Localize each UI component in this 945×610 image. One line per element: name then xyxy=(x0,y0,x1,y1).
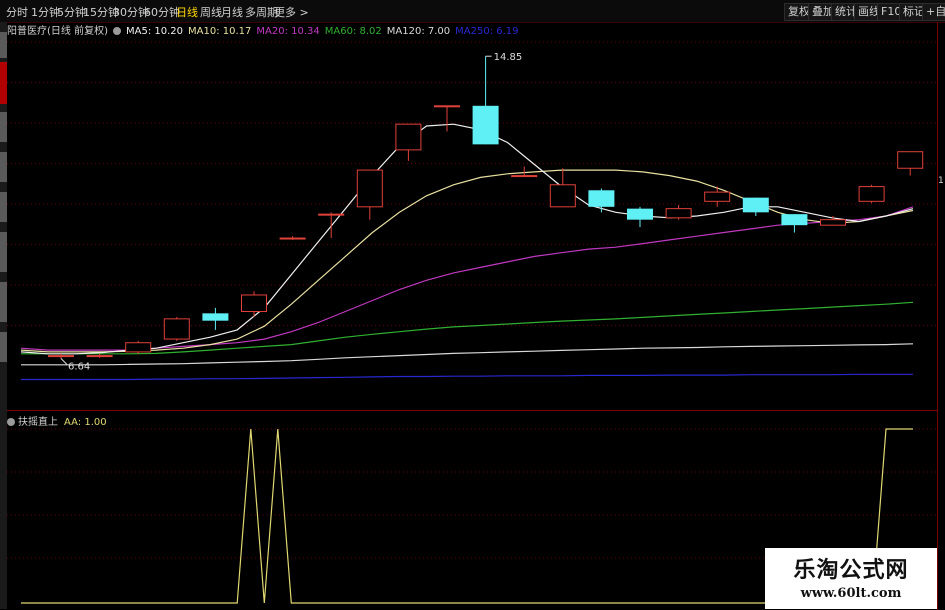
candle-body xyxy=(86,355,113,358)
candle-body xyxy=(627,208,653,220)
ma20-line xyxy=(20,206,914,351)
side-tab[interactable] xyxy=(0,282,7,322)
candle-body xyxy=(820,219,846,226)
watermark: 乐淘公式网 www.60lt.com xyxy=(765,548,937,609)
side-tab[interactable] xyxy=(0,192,7,222)
toolbar-button[interactable]: +自选 xyxy=(922,3,945,21)
ma10-line xyxy=(20,169,914,353)
candle xyxy=(356,169,383,220)
watermark-title: 乐淘公式网 xyxy=(793,558,909,583)
candle-body xyxy=(665,208,692,219)
period-toolbar: 分时 1分钟 5分钟 15分钟 30分钟 60分钟 日线 周线 月线 多周期 更多 > 复权 叠加 统计… xyxy=(0,0,945,23)
candle-body xyxy=(434,105,460,108)
side-tab-active[interactable] xyxy=(0,62,7,104)
low-label: 6.64 xyxy=(68,362,90,373)
candle-body xyxy=(395,123,422,151)
candle-body xyxy=(356,169,383,208)
candle-body xyxy=(742,197,769,213)
side-tab[interactable] xyxy=(0,232,7,272)
candle xyxy=(820,216,846,226)
side-tab[interactable] xyxy=(0,152,7,182)
candle xyxy=(704,186,731,207)
period-tab[interactable]: 分时 xyxy=(6,4,28,20)
candle-body xyxy=(279,237,306,240)
candle xyxy=(48,353,74,359)
candle xyxy=(742,197,769,216)
candle xyxy=(163,317,190,341)
candle-body xyxy=(549,184,576,208)
candle xyxy=(549,168,576,208)
candle xyxy=(665,204,692,220)
candle-body xyxy=(897,151,924,169)
candle xyxy=(588,188,615,213)
side-tab[interactable] xyxy=(0,332,7,362)
ma120-line xyxy=(21,343,914,366)
low-marker xyxy=(60,358,68,365)
period-tab[interactable]: 周线 xyxy=(200,4,222,20)
candle-body xyxy=(704,191,731,202)
period-tab[interactable]: 60分钟 xyxy=(144,4,180,20)
candle xyxy=(781,214,808,233)
high-label: 14.85 xyxy=(494,52,523,63)
candle xyxy=(241,291,267,318)
right-price-tag: 1 xyxy=(938,176,944,186)
candle xyxy=(202,307,229,330)
period-tab[interactable]: 5分钟 xyxy=(57,4,86,20)
ma250-line xyxy=(21,373,913,381)
candle-body xyxy=(125,342,152,353)
side-tab[interactable] xyxy=(0,32,7,58)
candle-body xyxy=(318,213,345,216)
candle-body xyxy=(163,318,190,340)
period-tab[interactable]: 更多 > xyxy=(274,4,309,20)
candle-body xyxy=(858,186,885,202)
candle-body xyxy=(202,313,229,321)
candle xyxy=(125,340,152,354)
candle-body xyxy=(48,355,74,358)
candle-body xyxy=(511,175,538,178)
ma5-line xyxy=(20,123,914,355)
candle xyxy=(395,123,422,161)
candle-body xyxy=(241,294,267,313)
candle xyxy=(627,206,653,228)
candle-body xyxy=(472,105,499,145)
watermark-url: www.60lt.com xyxy=(800,586,902,601)
candle xyxy=(434,105,460,132)
candle-body xyxy=(781,214,808,226)
period-tab[interactable]: 1分钟 xyxy=(31,4,60,20)
left-side-tabs xyxy=(0,22,7,609)
price-chart[interactable]: 14.85 6.64 xyxy=(7,22,937,410)
candle xyxy=(897,151,924,176)
period-tab[interactable]: 月线 xyxy=(221,4,243,20)
candle xyxy=(279,236,306,240)
candle xyxy=(472,56,499,145)
candle xyxy=(858,184,885,204)
side-tab[interactable] xyxy=(0,112,7,142)
price-chart-panel[interactable]: 阳普医疗(日线 前复权) MA5: 10.20 MA10: 10.17 MA20: 1… xyxy=(7,22,938,410)
period-tab[interactable]: 日线 xyxy=(176,4,198,20)
candle-body xyxy=(588,190,615,207)
